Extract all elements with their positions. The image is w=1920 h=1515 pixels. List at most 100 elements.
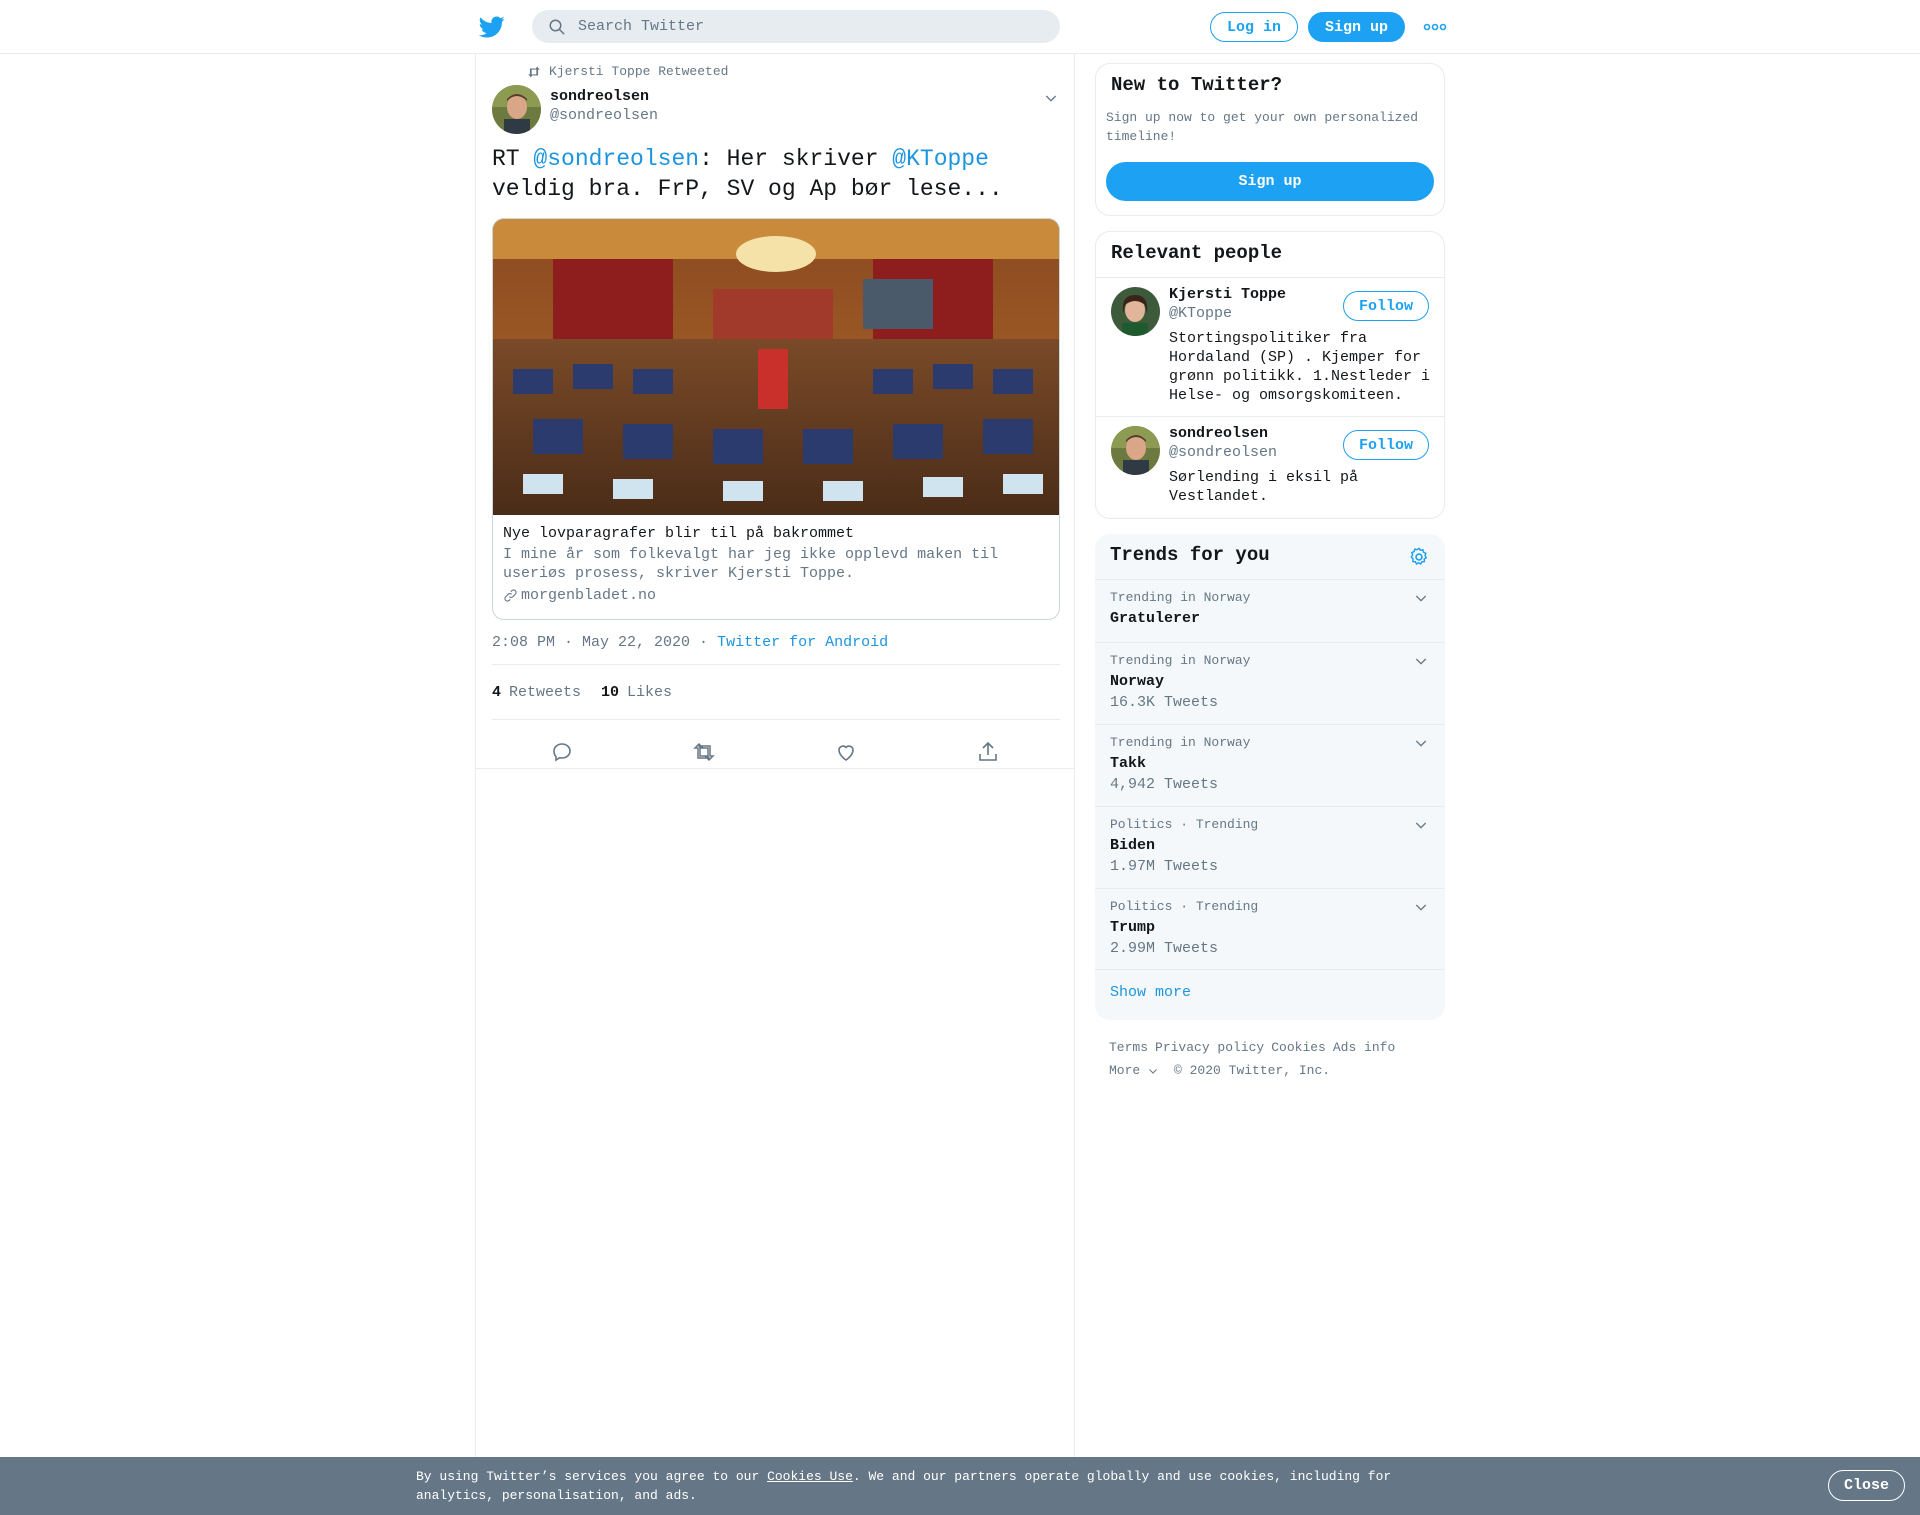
- card-title[interactable]: Nye lovparagrafer blir til på bakrommet: [503, 525, 854, 542]
- footer-more-menu[interactable]: More: [1109, 1059, 1159, 1082]
- search-icon: [549, 19, 565, 34]
- divider: [492, 664, 1060, 665]
- trend-name[interactable]: Biden: [1110, 837, 1155, 854]
- person-handle[interactable]: @KToppe: [1169, 305, 1232, 322]
- trend-name[interactable]: Takk: [1110, 755, 1146, 772]
- new-to-twitter-box: New to Twitter? Sign up now to get your …: [1095, 63, 1445, 216]
- trend-count: 1.97M Tweets: [1110, 858, 1219, 875]
- more-dots-icon[interactable]: [1423, 20, 1447, 34]
- gear-icon[interactable]: [1408, 546, 1430, 568]
- footer-link-ads-info[interactable]: Ads info: [1333, 1040, 1395, 1055]
- twitter-bird-icon[interactable]: [479, 14, 505, 40]
- login-button[interactable]: Log in: [1210, 12, 1298, 42]
- person-card[interactable]: Kjersti Toppe @KToppe Follow Stortingspo…: [1096, 278, 1444, 416]
- cookie-text-before: By using Twitter’s services you agree to…: [416, 1469, 768, 1484]
- new-to-twitter-title: New to Twitter?: [1111, 74, 1283, 96]
- tweet-text-suffix: veldig bra. FrP, SV og Ap bør lese...: [492, 176, 1003, 202]
- mention-link[interactable]: @KToppe: [892, 146, 989, 172]
- trend-count: 16.3K Tweets: [1110, 694, 1219, 711]
- meta-separator: ·: [690, 634, 718, 651]
- reply-icon[interactable]: [550, 740, 574, 764]
- top-bar: Log in Sign up: [0, 0, 1920, 54]
- person-name[interactable]: Kjersti Toppe: [1169, 286, 1286, 303]
- follow-button[interactable]: Follow: [1343, 430, 1429, 460]
- tweet-text: RT @sondreolsen: Her skriver @KToppe vel…: [492, 144, 1052, 204]
- copyright: © 2020 Twitter, Inc.: [1174, 1063, 1331, 1078]
- retweet-icon: [528, 66, 540, 77]
- trend-name[interactable]: Norway: [1110, 673, 1164, 690]
- tweet-source[interactable]: Twitter for Android: [717, 634, 888, 651]
- new-to-twitter-desc: Sign up now to get your own personalized…: [1106, 110, 1419, 144]
- trend-name[interactable]: Trump: [1110, 919, 1155, 936]
- person-handle[interactable]: @sondreolsen: [1169, 444, 1277, 461]
- close-button[interactable]: Close: [1828, 1470, 1905, 1501]
- person-name[interactable]: sondreolsen: [1169, 425, 1268, 442]
- link-card[interactable]: Nye lovparagrafer blir til på bakrommet …: [492, 218, 1060, 620]
- like-icon[interactable]: [834, 740, 858, 764]
- avatar[interactable]: [492, 85, 541, 134]
- trend-context: Politics · Trending: [1110, 817, 1259, 832]
- trend-count: 2.99M Tweets: [1110, 940, 1219, 957]
- relevant-people-title: Relevant people: [1111, 242, 1283, 264]
- trend-item[interactable]: Politics · Trending Biden 1.97M Tweets: [1095, 806, 1445, 888]
- tweet-actions: [492, 730, 1060, 770]
- search-bar[interactable]: [532, 10, 1060, 43]
- search-input[interactable]: [578, 18, 1038, 35]
- chevron-down-icon[interactable]: [1043, 90, 1059, 106]
- trend-count: 4,942 Tweets: [1110, 776, 1219, 793]
- chevron-down-icon[interactable]: [1413, 590, 1429, 606]
- avatar[interactable]: [1111, 287, 1160, 336]
- trend-item[interactable]: Politics · Trending Trump 2.99M Tweets: [1095, 888, 1445, 970]
- sidebar-signup-button[interactable]: Sign up: [1106, 162, 1434, 201]
- trend-context: Politics · Trending: [1110, 899, 1259, 914]
- trend-item[interactable]: Trending in Norway Gratulerer: [1095, 579, 1445, 642]
- trend-item[interactable]: Trending in Norway Norway 16.3K Tweets: [1095, 642, 1445, 724]
- mention-link[interactable]: @sondreolsen: [533, 146, 699, 172]
- tweet-column: Kjersti Toppe Retweeted sondreolsen @son…: [475, 54, 1075, 1459]
- footer-link-terms[interactable]: Terms: [1109, 1040, 1148, 1055]
- relevant-people-box: Relevant people Kjersti Toppe @KToppe Fo…: [1095, 231, 1445, 519]
- author-name[interactable]: sondreolsen: [550, 88, 649, 105]
- retweets-count: 4: [492, 684, 502, 701]
- card-domain-label: morgenbladet.no: [521, 587, 657, 604]
- tweet-stats: 4 Retweets 10 Likes: [492, 684, 692, 701]
- chevron-down-icon[interactable]: [1413, 817, 1429, 833]
- show-more-link[interactable]: Show more: [1110, 984, 1191, 1001]
- tweet-text-mid: : Her skriver: [699, 146, 893, 172]
- footer-link-cookies[interactable]: Cookies: [1271, 1040, 1326, 1055]
- footer-second-row: More © 2020 Twitter, Inc.: [1109, 1059, 1439, 1082]
- divider: [1095, 969, 1445, 970]
- chevron-down-icon[interactable]: [1413, 899, 1429, 915]
- trend-context: Trending in Norway: [1110, 653, 1251, 668]
- card-image[interactable]: [493, 219, 1059, 515]
- chevron-down-icon: [1149, 1068, 1158, 1074]
- retweet-context[interactable]: Kjersti Toppe Retweeted: [527, 64, 728, 79]
- person-card[interactable]: sondreolsen @sondreolsen Follow Sørlendi…: [1096, 417, 1444, 518]
- share-icon[interactable]: [976, 740, 1000, 764]
- follow-button[interactable]: Follow: [1343, 291, 1429, 321]
- card-domain[interactable]: morgenbladet.no: [503, 587, 656, 604]
- sidebar-footer: Terms Privacy policy Cookies Ads info More …: [1109, 1036, 1439, 1082]
- author-handle[interactable]: @sondreolsen: [550, 107, 658, 124]
- likes-stat[interactable]: 10 Likes: [601, 684, 672, 701]
- trend-context: Trending in Norway: [1110, 590, 1251, 605]
- divider: [492, 719, 1060, 720]
- chevron-down-icon[interactable]: [1413, 735, 1429, 751]
- footer-links-row: Terms Privacy policy Cookies Ads info: [1109, 1036, 1439, 1059]
- trend-item[interactable]: Trending in Norway Takk 4,942 Tweets: [1095, 724, 1445, 806]
- cookie-banner: By using Twitter’s services you agree to…: [0, 1457, 1920, 1515]
- retweet-icon[interactable]: [692, 740, 716, 764]
- chevron-down-icon[interactable]: [1413, 653, 1429, 669]
- avatar[interactable]: [1111, 426, 1160, 475]
- footer-link-privacy[interactable]: Privacy policy: [1155, 1040, 1264, 1055]
- tweet-time[interactable]: 2:08 PM · May 22, 2020: [492, 634, 690, 651]
- divider: [476, 768, 1074, 769]
- tweet-text-prefix: RT: [492, 146, 534, 172]
- cookies-use-link[interactable]: Cookies Use: [767, 1469, 853, 1484]
- signup-button[interactable]: Sign up: [1308, 12, 1405, 42]
- card-description: I mine år som folkevalgt har jeg ikke op…: [503, 546, 999, 582]
- retweets-stat[interactable]: 4 Retweets: [492, 684, 581, 701]
- trend-name[interactable]: Gratulerer: [1110, 610, 1200, 627]
- trends-box: Trends for you Trending in Norway Gratul…: [1095, 534, 1445, 1020]
- retweeted-by-label: Kjersti Toppe Retweeted: [549, 64, 729, 79]
